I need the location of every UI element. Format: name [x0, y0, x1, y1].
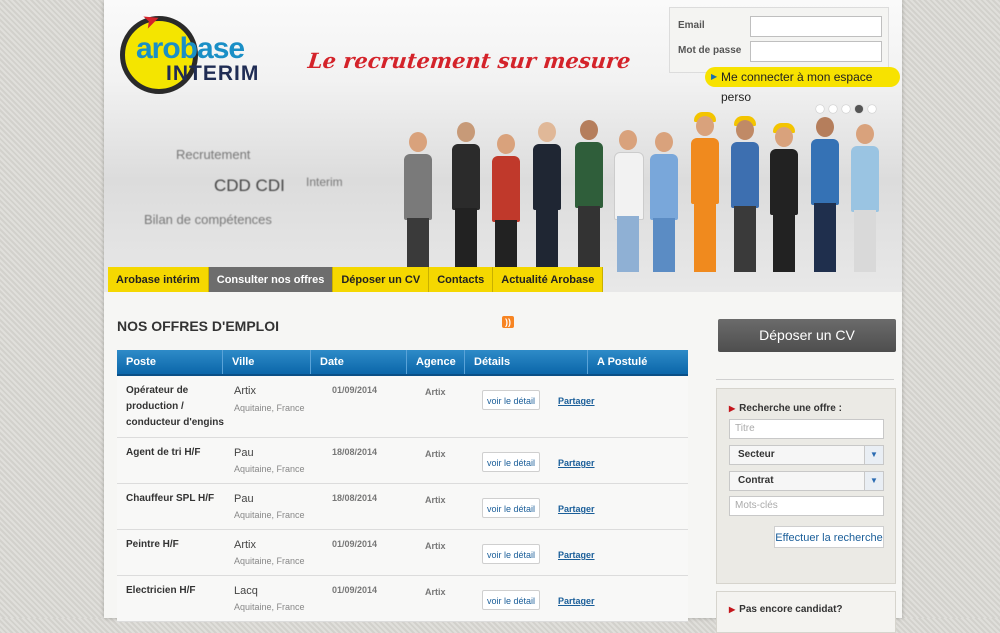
view-detail-button[interactable]: voir le détail: [482, 390, 540, 410]
job-region: Aquitaine, France: [234, 602, 305, 612]
column-header-details[interactable]: Détails: [465, 350, 588, 374]
job-date: 01/09/2014: [332, 585, 378, 595]
candidate-panel: ▶ Pas encore candidat?: [716, 591, 896, 633]
connect-label: Me connecter à mon espace perso: [721, 70, 873, 104]
job-city: Lacq: [234, 585, 258, 597]
logo-subword: INTERIM: [166, 62, 260, 85]
nav-item-news[interactable]: Actualité Arobase: [493, 267, 604, 292]
job-title: Agent de tri H/F: [126, 447, 201, 458]
nav-item-offers[interactable]: Consulter nos offres: [208, 267, 334, 292]
job-region: Aquitaine, France: [234, 510, 305, 520]
keywords-input[interactable]: Mots-clés: [729, 496, 884, 516]
job-agency: Artix: [425, 495, 446, 505]
nav-item-contacts[interactable]: Contacts: [429, 267, 494, 292]
hero-word: CDD CDI: [214, 176, 285, 195]
column-header-agence[interactable]: Agence: [407, 350, 465, 374]
hero-people-illustration: [394, 108, 894, 272]
column-header-poste[interactable]: Poste: [117, 350, 223, 374]
chevron-down-icon: ▼: [864, 472, 883, 490]
share-link[interactable]: Partager: [558, 504, 595, 514]
table-row: Peintre H/F Artix Aquitaine, France 01/0…: [117, 530, 688, 576]
contract-select[interactable]: Contrat ▼: [729, 471, 884, 491]
column-header-ville[interactable]: Ville: [223, 350, 311, 374]
hero-word: Recrutement: [176, 147, 251, 162]
login-form: Email Mot de passe: [669, 7, 889, 73]
header: ➤ arobase INTERIM Le recrutement sur mes…: [104, 0, 902, 292]
search-title: ▶ Recherche une offre :: [729, 403, 842, 414]
view-detail-button[interactable]: voir le détail: [482, 590, 540, 610]
job-title: Peintre H/F: [126, 539, 179, 550]
main-nav: Arobase intérim Consulter nos offres Dép…: [108, 267, 604, 292]
share-link[interactable]: Partager: [558, 396, 595, 406]
view-detail-button[interactable]: voir le détail: [482, 452, 540, 472]
job-date: 01/09/2014: [332, 385, 378, 395]
candidate-title[interactable]: ▶ Pas encore candidat?: [729, 604, 843, 615]
view-detail-button[interactable]: voir le détail: [482, 498, 540, 518]
nav-item-arobase-interim[interactable]: Arobase intérim: [108, 267, 209, 292]
connect-button[interactable]: ▶ Me connecter à mon espace perso: [705, 67, 900, 104]
table-row: Opérateur de production / conducteur d'e…: [117, 376, 688, 438]
logo-word: arobase: [136, 32, 245, 65]
job-agency: Artix: [425, 387, 446, 397]
deposit-cv-button[interactable]: Déposer un CV: [718, 319, 896, 352]
job-city: Pau: [234, 493, 254, 505]
share-link[interactable]: Partager: [558, 458, 595, 468]
share-link[interactable]: Partager: [558, 596, 595, 606]
job-title: Chauffeur SPL H/F: [126, 493, 215, 504]
job-region: Aquitaine, France: [234, 556, 305, 566]
job-agency: Artix: [425, 587, 446, 597]
offers-table: Poste Ville Date Agence Détails A Postul…: [117, 350, 688, 622]
logo[interactable]: ➤ arobase INTERIM: [114, 8, 284, 104]
sector-select[interactable]: Secteur ▼: [729, 445, 884, 465]
job-agency: Artix: [425, 449, 446, 459]
divider: [716, 379, 894, 380]
job-city: Pau: [234, 447, 254, 459]
password-field[interactable]: [750, 41, 882, 62]
job-date: 18/08/2014: [332, 447, 378, 457]
email-field[interactable]: [750, 16, 882, 37]
job-title: Electricien H/F: [126, 585, 196, 596]
job-date: 18/08/2014: [332, 493, 378, 503]
page-title: NOS OFFRES D'EMPLOI: [117, 318, 280, 334]
arrow-right-icon: ▶: [729, 605, 736, 614]
password-label: Mot de passe: [678, 45, 742, 56]
nav-item-deposit-cv[interactable]: Déposer un CV: [333, 267, 430, 292]
job-agency: Artix: [425, 541, 446, 551]
table-row: Agent de tri H/F Pau Aquitaine, France 1…: [117, 438, 688, 484]
tagline: Le recrutement sur mesure: [306, 48, 632, 73]
column-header-applied[interactable]: A Postulé: [588, 350, 688, 374]
email-label: Email: [678, 20, 705, 31]
arrow-right-icon: ▶: [729, 404, 736, 413]
chevron-down-icon: ▼: [864, 446, 883, 464]
job-region: Aquitaine, France: [234, 464, 305, 474]
play-icon: ▶: [711, 72, 718, 81]
job-date: 01/09/2014: [332, 539, 378, 549]
search-button[interactable]: Effectuer la recherche: [774, 526, 884, 548]
view-detail-button[interactable]: voir le détail: [482, 544, 540, 564]
search-panel: ▶ Recherche une offre : Titre Secteur ▼ Co…: [716, 388, 896, 584]
hero-word: Bilan de compétences: [144, 212, 272, 227]
column-header-date[interactable]: Date: [311, 350, 407, 374]
table-row: Electricien H/F Lacq Aquitaine, France 0…: [117, 576, 688, 622]
share-link[interactable]: Partager: [558, 550, 595, 560]
page: ➤ arobase INTERIM Le recrutement sur mes…: [104, 0, 902, 633]
title-input[interactable]: Titre: [729, 419, 884, 439]
hero-word: Interim: [306, 175, 343, 189]
job-region: Aquitaine, France: [234, 403, 305, 413]
job-city: Artix: [234, 385, 256, 397]
table-row: Chauffeur SPL H/F Pau Aquitaine, France …: [117, 484, 688, 530]
job-city: Artix: [234, 539, 256, 551]
table-header: Poste Ville Date Agence Détails A Postul…: [117, 350, 688, 376]
rss-icon[interactable]: )): [502, 316, 514, 328]
job-title: Opérateur de production / conducteur d'e…: [126, 385, 224, 428]
